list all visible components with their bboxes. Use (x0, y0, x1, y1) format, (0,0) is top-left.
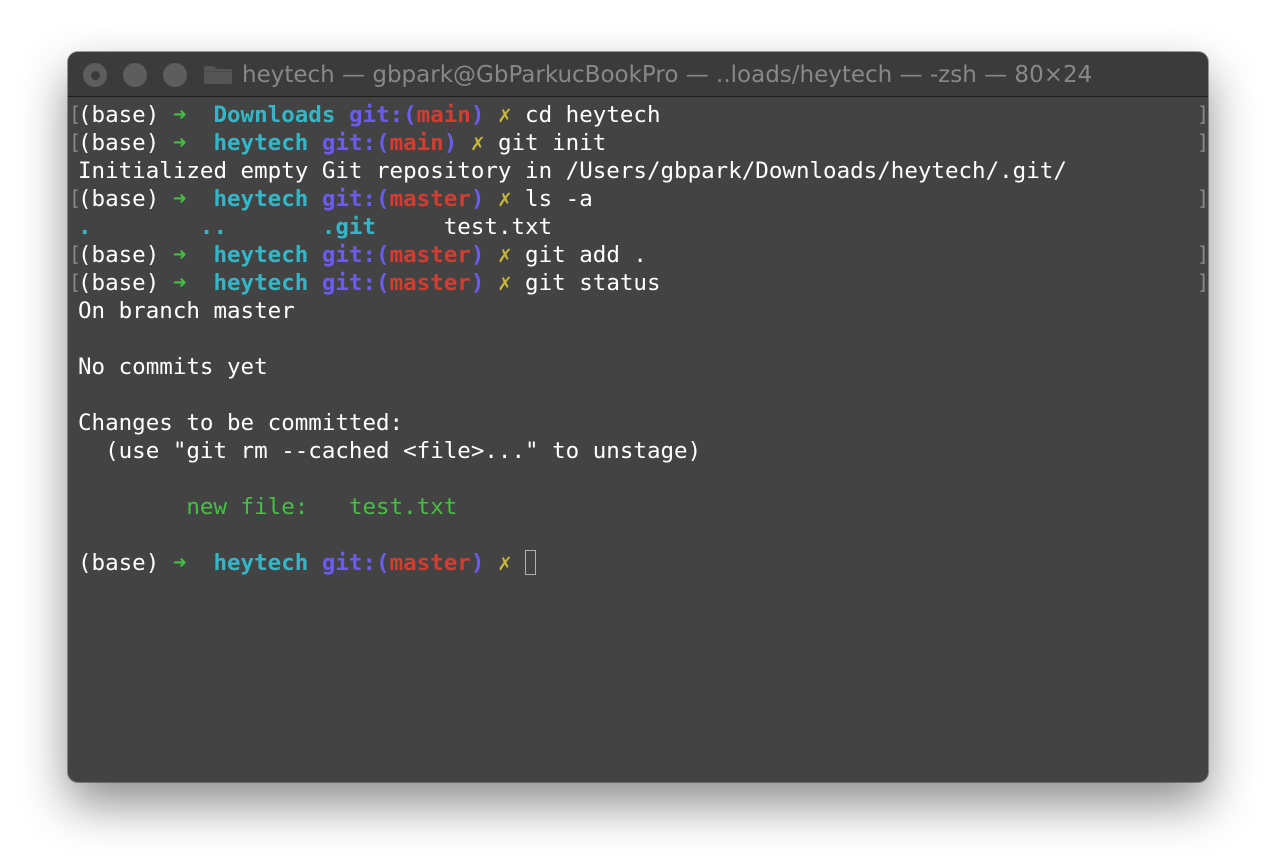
prompt-arrow-icon: ➜ (172, 242, 187, 268)
terminal-window: heytech — gbpark@GbParkucBookPro — ..loa… (68, 52, 1208, 782)
prompt-base: (base) (78, 270, 160, 296)
new-file-label: new file: (186, 494, 309, 520)
close-button[interactable] (83, 63, 107, 87)
git-prefix: git:( (321, 186, 390, 212)
terminal-content[interactable]: [ (base) ➜ Downloads git:(main) ✗ cd hey… (68, 97, 1208, 782)
git-suffix: ) (470, 270, 485, 296)
prompt-base: (base) (78, 550, 160, 576)
git-prefix: git:( (321, 130, 390, 156)
output-line: Initialized empty Git repository in /Use… (78, 158, 1067, 184)
text-cursor[interactable] (525, 550, 537, 575)
git-branch: master (389, 242, 471, 268)
prompt-arrow-icon: ➜ (172, 130, 187, 156)
git-branch: main (389, 130, 444, 156)
git-prefix: git:( (321, 550, 390, 576)
command-text: git add . (525, 242, 647, 268)
git-suffix: ) (470, 242, 485, 268)
line-bracket-right: ] (1197, 186, 1208, 210)
line-bracket-right: ] (1197, 242, 1208, 266)
prompt-directory: heytech (213, 550, 309, 576)
ls-entry-file: test.txt (443, 214, 553, 240)
prompt-arrow-icon: ➜ (172, 102, 187, 128)
prompt-line: (base) ➜ heytech git:(main) ✗ git init (78, 129, 606, 157)
folder-icon (204, 66, 232, 84)
git-prefix: git:( (321, 242, 390, 268)
prompt-directory: heytech (213, 242, 309, 268)
prompt-directory: heytech (213, 130, 309, 156)
prompt-base: (base) (78, 186, 160, 212)
git-suffix: ) (470, 186, 485, 212)
prompt-line: (base) ➜ heytech git:(master) ✗ ls -a (78, 185, 593, 213)
dirty-mark-icon: ✗ (497, 186, 512, 212)
git-suffix: ) (443, 130, 458, 156)
ls-entry-dot: . (78, 214, 92, 240)
prompt-arrow-icon: ➜ (172, 270, 187, 296)
prompt-line: (base) ➜ heytech git:(master) ✗ git stat… (78, 269, 661, 297)
prompt-line: (base) ➜ Downloads git:(main) ✗ cd heyte… (78, 101, 661, 129)
git-branch: main (416, 102, 471, 128)
prompt-line: (base) ➜ heytech git:(master) ✗ git add … (78, 241, 647, 269)
title-bar[interactable]: heytech — gbpark@GbParkucBookPro — ..loa… (68, 52, 1208, 97)
command-text: git status (525, 270, 661, 296)
dirty-mark-icon: ✗ (470, 130, 485, 156)
line-bracket-right: ] (1197, 102, 1208, 126)
output-line: No commits yet (78, 354, 268, 380)
line-bracket-right: ] (1197, 270, 1208, 294)
prompt-base: (base) (78, 130, 160, 156)
zoom-button[interactable] (163, 63, 187, 87)
git-prefix: git:( (321, 270, 390, 296)
dirty-mark-icon: ✗ (497, 102, 512, 128)
git-suffix: ) (470, 550, 485, 576)
git-prefix: git:( (348, 102, 417, 128)
ls-entry-dotdot: .. (199, 214, 228, 240)
new-file-name: test.txt (348, 494, 458, 520)
output-line: Changes to be committed: (78, 410, 404, 436)
dirty-mark-icon: ✗ (497, 550, 512, 576)
ls-entry-git: .git (321, 214, 377, 240)
command-text: ls -a (525, 186, 593, 212)
prompt-directory: heytech (213, 186, 309, 212)
dirty-mark-icon: ✗ (497, 242, 512, 268)
prompt-directory: Downloads (213, 102, 336, 128)
dirty-mark-icon: ✗ (497, 270, 512, 296)
command-text: cd heytech (525, 102, 661, 128)
git-branch: master (389, 550, 471, 576)
prompt-arrow-icon: ➜ (172, 550, 187, 576)
output-line: (use "git rm --cached <file>..." to unst… (78, 438, 702, 464)
window-title: heytech — gbpark@GbParkucBookPro — ..loa… (242, 62, 1093, 88)
line-bracket-right: ] (1197, 130, 1208, 154)
ls-output-line: . .. .git test.txt (78, 213, 552, 241)
prompt-base: (base) (78, 102, 160, 128)
staged-file-line: new file: test.txt (78, 493, 457, 521)
output-line: On branch master (78, 298, 295, 324)
git-suffix: ) (470, 102, 485, 128)
current-prompt-line: (base) ➜ heytech git:(master) ✗ (78, 549, 537, 577)
prompt-base: (base) (78, 242, 160, 268)
git-branch: master (389, 270, 471, 296)
prompt-arrow-icon: ➜ (172, 186, 187, 212)
minimize-button[interactable] (123, 63, 147, 87)
prompt-directory: heytech (213, 270, 309, 296)
git-branch: master (389, 186, 471, 212)
command-text: git init (497, 130, 607, 156)
